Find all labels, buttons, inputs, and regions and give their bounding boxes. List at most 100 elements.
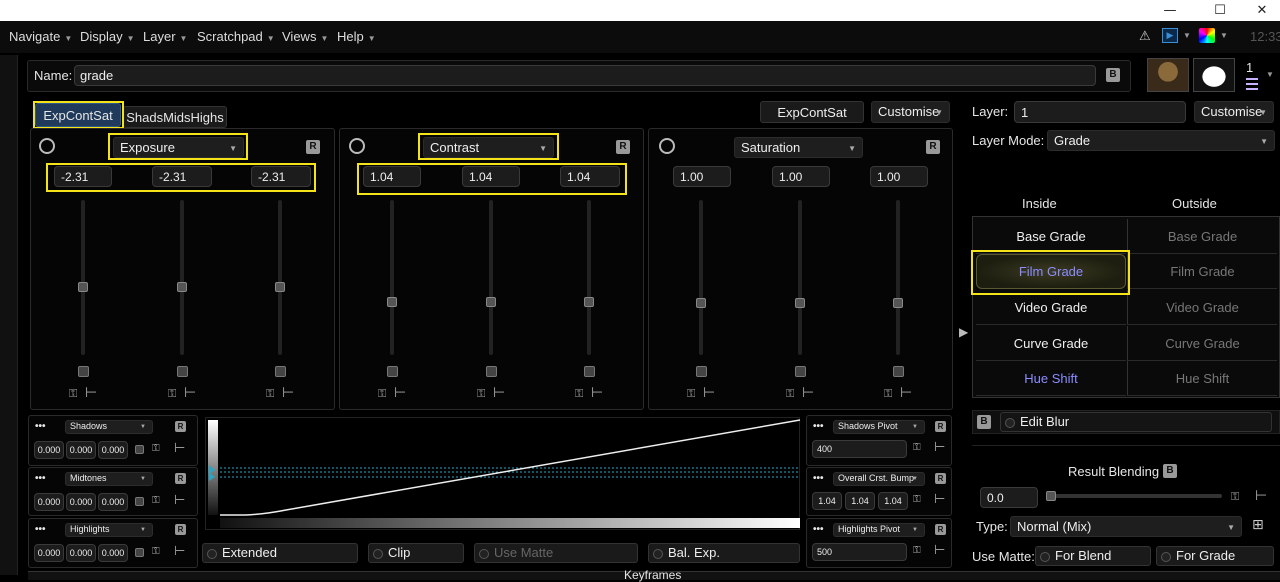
toggle-knob[interactable]: [275, 366, 286, 377]
outside-base-grade-button[interactable]: Base Grade: [1127, 219, 1277, 254]
tab-expcontsat[interactable]: ExpContSat: [35, 103, 121, 127]
r-icon[interactable]: R: [926, 140, 940, 154]
slider-thumb[interactable]: [795, 298, 805, 308]
play-monitor-icon[interactable]: ▶: [1162, 28, 1178, 43]
inside-hue-shift-button[interactable]: Hue Shift: [976, 361, 1126, 396]
slider-track[interactable]: [81, 200, 85, 355]
key-icon[interactable]: ⚿: [786, 387, 794, 401]
tone-value-field[interactable]: 0.000: [34, 544, 64, 562]
mode-dropdown[interactable]: Exposure ▼: [113, 137, 244, 158]
r-icon[interactable]: R: [616, 140, 630, 154]
graph-icon[interactable]: ⊢: [591, 385, 603, 401]
slider-track[interactable]: [699, 200, 703, 355]
graph-icon[interactable]: ⊢: [184, 385, 196, 401]
graph-icon[interactable]: ⊢: [174, 493, 185, 508]
key-icon[interactable]: ⚿: [913, 545, 921, 556]
key-icon[interactable]: ⚿: [687, 387, 695, 401]
tone-value-field[interactable]: 0.000: [66, 493, 96, 511]
bal-exp-toggle[interactable]: Bal. Exp.: [648, 543, 800, 563]
chevron-down-icon[interactable]: ▼: [1266, 70, 1274, 79]
mona-lisa-thumbnail[interactable]: [1147, 58, 1189, 92]
tab-shadsmidshighs[interactable]: ShadsMidsHighs: [123, 106, 227, 128]
slider-thumb[interactable]: [696, 298, 706, 308]
type-dropdown[interactable]: Normal (Mix) ▼: [1010, 516, 1242, 537]
slider-track[interactable]: [180, 200, 184, 355]
graph-icon[interactable]: ⊢: [1255, 488, 1267, 504]
key-icon[interactable]: ⚿: [152, 546, 160, 557]
graph-icon[interactable]: ⊢: [934, 543, 945, 558]
value-field[interactable]: 1.04: [560, 166, 620, 187]
blend-value-input[interactable]: 0.0: [980, 487, 1038, 508]
slider-track[interactable]: [489, 200, 493, 355]
curve-graph[interactable]: [205, 417, 801, 530]
graph-icon[interactable]: ⊢: [282, 385, 294, 401]
key-icon[interactable]: ⚿: [575, 387, 583, 401]
layer-mode-dropdown[interactable]: Grade ▼: [1047, 130, 1275, 151]
value-field[interactable]: 1.00: [772, 166, 830, 187]
graph-icon[interactable]: ⊢: [934, 440, 945, 455]
b-icon[interactable]: B: [1106, 68, 1120, 82]
tone-dropdown[interactable]: Highlights ▼: [65, 523, 153, 537]
r-icon[interactable]: R: [175, 524, 186, 535]
more-icon[interactable]: •••: [813, 524, 824, 535]
toggle-knob[interactable]: [177, 366, 188, 377]
chevron-down-icon[interactable]: ▼: [1220, 31, 1228, 40]
inside-curve-grade-button[interactable]: Curve Grade: [976, 326, 1126, 361]
tone-dropdown[interactable]: Shadows ▼: [65, 420, 153, 434]
graph-icon[interactable]: ⊢: [802, 385, 814, 401]
customise-dropdown[interactable]: Customise ▼: [871, 101, 950, 123]
mode-dropdown[interactable]: Saturation ▼: [734, 137, 863, 158]
key-icon[interactable]: ⚿: [266, 387, 274, 401]
key-icon[interactable]: ⚿: [477, 387, 485, 401]
tone-value-field[interactable]: 0.000: [98, 544, 128, 562]
value-field[interactable]: -2.31: [54, 166, 112, 187]
r-icon[interactable]: R: [175, 473, 186, 484]
tone-value-field[interactable]: 0.000: [98, 493, 128, 511]
maximize-button[interactable]: ☐: [1198, 0, 1242, 21]
b-icon[interactable]: B: [1163, 464, 1177, 478]
color-wheel-icon[interactable]: [1199, 28, 1215, 43]
pivot-value-field[interactable]: 400: [812, 440, 907, 458]
menu-help[interactable]: Help ▼: [337, 29, 376, 44]
outside-hue-shift-button[interactable]: Hue Shift: [1127, 361, 1277, 396]
slider-track[interactable]: [798, 200, 802, 355]
graph-icon[interactable]: ⊢: [85, 385, 97, 401]
key-icon[interactable]: ⚿: [168, 387, 176, 401]
toggle-knob[interactable]: [387, 366, 398, 377]
tone-value-field[interactable]: 0.000: [34, 441, 64, 459]
tone-value-field[interactable]: 0.000: [98, 441, 128, 459]
more-icon[interactable]: •••: [35, 473, 46, 484]
slider-thumb[interactable]: [78, 282, 88, 292]
reset-icon[interactable]: [659, 138, 675, 154]
menu-navigate[interactable]: Navigate ▼: [9, 29, 72, 44]
value-field[interactable]: -2.31: [251, 166, 311, 187]
matte-thumbnail[interactable]: [1193, 58, 1235, 92]
reset-icon[interactable]: [39, 138, 55, 154]
left-side-strip[interactable]: [0, 55, 18, 575]
warning-icon[interactable]: ⚠: [1139, 28, 1151, 44]
close-button[interactable]: ✕: [1240, 0, 1280, 21]
layer-input[interactable]: 1: [1014, 101, 1186, 123]
tone-dropdown[interactable]: Midtones ▼: [65, 472, 153, 486]
blend-slider-track[interactable]: [1048, 494, 1222, 498]
slider-thumb[interactable]: [275, 282, 285, 292]
value-field[interactable]: 1.04: [363, 166, 421, 187]
value-field[interactable]: 1.00: [870, 166, 928, 187]
b-icon[interactable]: B: [977, 415, 991, 429]
blend-slider-thumb[interactable]: [1046, 491, 1056, 501]
r-icon[interactable]: R: [306, 140, 320, 154]
menu-layer[interactable]: Layer ▼: [143, 29, 187, 44]
edit-blur-toggle[interactable]: Edit Blur: [1000, 412, 1272, 432]
clip-toggle[interactable]: Clip: [368, 543, 464, 563]
outside-video-grade-button[interactable]: Video Grade: [1127, 290, 1277, 325]
pivot-value-field[interactable]: 1.04: [845, 492, 875, 510]
use-matte-toggle[interactable]: Use Matte: [474, 543, 638, 563]
value-field[interactable]: -2.31: [152, 166, 212, 187]
r-icon[interactable]: R: [175, 421, 186, 432]
stack-icon[interactable]: [1246, 78, 1258, 80]
toggle-knob[interactable]: [135, 445, 144, 454]
key-icon[interactable]: ⚿: [884, 387, 892, 401]
toggle-knob[interactable]: [135, 497, 144, 506]
slider-track[interactable]: [896, 200, 900, 355]
graph-icon[interactable]: ⊢: [703, 385, 715, 401]
